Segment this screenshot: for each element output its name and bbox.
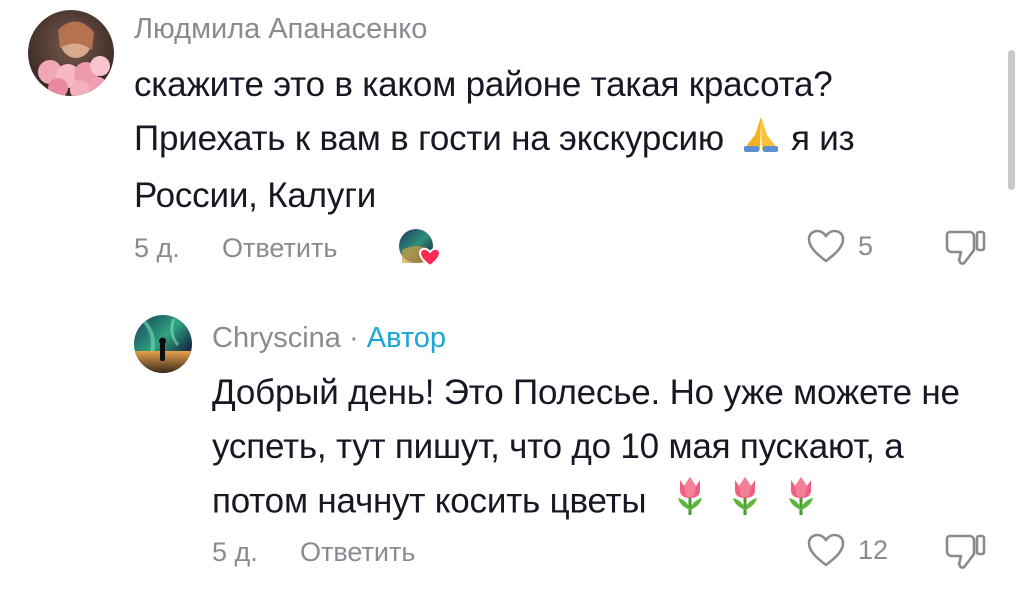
like-count: 5: [858, 230, 874, 261]
thumbs-down-icon: [945, 230, 986, 265]
comment-line-part: я из: [790, 119, 855, 158]
comment: Людмила Апанасенко скажите это в каком р…: [0, 0, 1024, 280]
creator-liked-badge: [398, 228, 442, 268]
dislike-button[interactable]: [944, 226, 988, 273]
comment-text: скажите это в каком районе такая красота…: [134, 58, 855, 223]
avatar[interactable]: [134, 315, 192, 373]
like-button[interactable]: 12: [806, 532, 888, 568]
comment-line: Приехать к вам в гости на экскурсию я из: [134, 112, 855, 169]
username-row: Chryscina · Автор: [212, 324, 446, 353]
tulip-emoji-icon: [672, 474, 708, 532]
like-count: 12: [858, 534, 889, 565]
avatar[interactable]: [28, 10, 114, 96]
comment-line-part: Приехать к вам в гости на экскурсию: [134, 119, 724, 158]
comment-time: 5 д.: [134, 233, 180, 263]
reply-comment: Chryscina · Автор Добрый день! Это Полес…: [0, 300, 1024, 592]
author-badge: Автор: [366, 322, 447, 354]
heart-outline-icon: [807, 533, 845, 567]
like-button[interactable]: 5: [806, 228, 873, 264]
comment-line-part: потом начнут косить цветы: [212, 481, 647, 521]
comment-time: 5 д.: [212, 537, 258, 567]
reply-button[interactable]: Ответить: [300, 539, 415, 566]
aurora-avatar-icon: [134, 315, 192, 373]
folded-hands-emoji-icon: [741, 113, 781, 169]
tulip-emoji-icon: [727, 474, 763, 532]
heart-outline-icon: [807, 229, 845, 263]
comment-line: потом начнут косить цветы: [212, 474, 960, 532]
creator-liked-heart-icon: [399, 229, 442, 268]
dislike-button[interactable]: [944, 530, 988, 577]
username[interactable]: Chryscina: [212, 322, 341, 354]
comment-line: скажите это в каком районе такая красота…: [134, 65, 833, 104]
username[interactable]: Людмила Апанасенко: [134, 15, 427, 44]
comment-line: Добрый день! Это Полесье. Но уже можете …: [212, 373, 960, 412]
comments-page: Людмила Апанасенко скажите это в каком р…: [0, 0, 1024, 592]
comment-line: успеть, тут пишут, что до 10 мая пускают…: [212, 427, 904, 466]
reply-button[interactable]: Ответить: [222, 235, 337, 262]
separator: ·: [349, 322, 359, 354]
comment-line: России, Калуги: [134, 175, 377, 215]
thumbs-down-icon: [945, 534, 986, 569]
rose-avatar-icon: [28, 10, 114, 96]
tulip-emoji-icon: [783, 474, 819, 532]
comment-text: Добрый день! Это Полесье. Но уже можете …: [212, 366, 960, 532]
